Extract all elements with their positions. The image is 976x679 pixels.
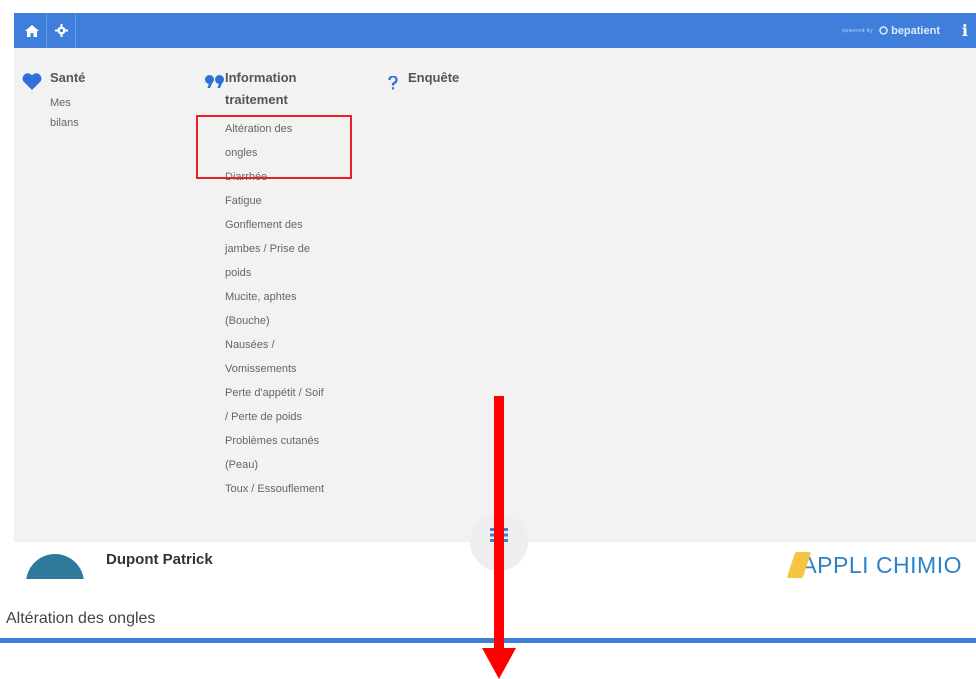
- title-underline: [0, 638, 976, 643]
- menu-item-line: Gonflement des: [225, 219, 303, 231]
- menu-item-gonflement-jambes[interactable]: Gonflement des jambes / Prise de poids: [225, 213, 324, 285]
- menu-item-mes-bilans[interactable]: Mes bilans: [50, 93, 79, 133]
- brand-logo: bepatient: [879, 25, 940, 37]
- menu-item-problemes-cutanes[interactable]: Problèmes cutanés (Peau): [225, 429, 324, 477]
- menu-item-line: jambes / Prise de: [225, 243, 310, 255]
- user-name: Dupont Patrick: [106, 551, 213, 568]
- settings-button[interactable]: [47, 13, 75, 48]
- avatar[interactable]: [26, 554, 84, 579]
- menu-item-nausees[interactable]: Nausées / Vomissements: [225, 333, 324, 381]
- logo-text: APPLI CHIMIO: [801, 552, 962, 578]
- menu-item-line: Perte d'appétit / Soif: [225, 387, 324, 399]
- menu-item-line: Problèmes cutanés: [225, 435, 320, 447]
- menu-title-line: traitement: [225, 92, 288, 107]
- menu-title-sante[interactable]: Santé: [50, 67, 85, 89]
- brand-name: bepatient: [891, 24, 940, 37]
- brand-caption: powered by: [842, 27, 874, 34]
- gear-icon: [54, 24, 68, 37]
- top-navbar: powered by bepatient i: [14, 13, 976, 48]
- info-icon[interactable]: i: [962, 13, 968, 48]
- menu-item-line: Nausées /: [225, 339, 275, 351]
- menu-item-line: (Peau): [225, 459, 259, 471]
- menu-item-mucite-aphtes[interactable]: Mucite, aphtes (Bouche): [225, 285, 324, 333]
- menu-title-enquete[interactable]: Enquête: [408, 67, 459, 89]
- heart-icon: [22, 73, 42, 90]
- menu-item-line: / Perte de poids: [225, 411, 303, 423]
- divider: [75, 13, 76, 48]
- question-icon: [388, 76, 398, 90]
- brand-link[interactable]: powered by bepatient: [842, 13, 940, 48]
- menu-item-fatigue[interactable]: Fatigue: [225, 189, 324, 213]
- bepatient-logo-icon: [879, 26, 888, 35]
- page-title: Altération des ongles: [6, 610, 156, 627]
- menu-item-line: Fatigue: [225, 195, 262, 207]
- home-icon: [25, 24, 39, 37]
- menu-title-line: Information: [225, 70, 297, 85]
- menu-title-information[interactable]: Information traitement: [225, 67, 297, 111]
- menu-item-line: Mucite, aphtes: [225, 291, 297, 303]
- home-button[interactable]: [18, 13, 46, 48]
- menu-item-line: (Bouche): [225, 315, 270, 327]
- app-logo: APPLI CHIMIO: [787, 552, 962, 578]
- arrow-shaft: [494, 396, 504, 650]
- highlight-box: [196, 115, 352, 179]
- menu-item-toux-essouflement[interactable]: Toux / Essouflement: [225, 477, 324, 501]
- arrow-head: [482, 648, 516, 679]
- menu-item-line: poids: [225, 267, 252, 279]
- quote-icon: [205, 75, 224, 88]
- menu-item-line: Vomissements: [225, 363, 297, 375]
- menu-item-perte-appetit[interactable]: Perte d'appétit / Soif / Perte de poids: [225, 381, 324, 429]
- menu-item-line: Toux / Essouflement: [225, 483, 325, 495]
